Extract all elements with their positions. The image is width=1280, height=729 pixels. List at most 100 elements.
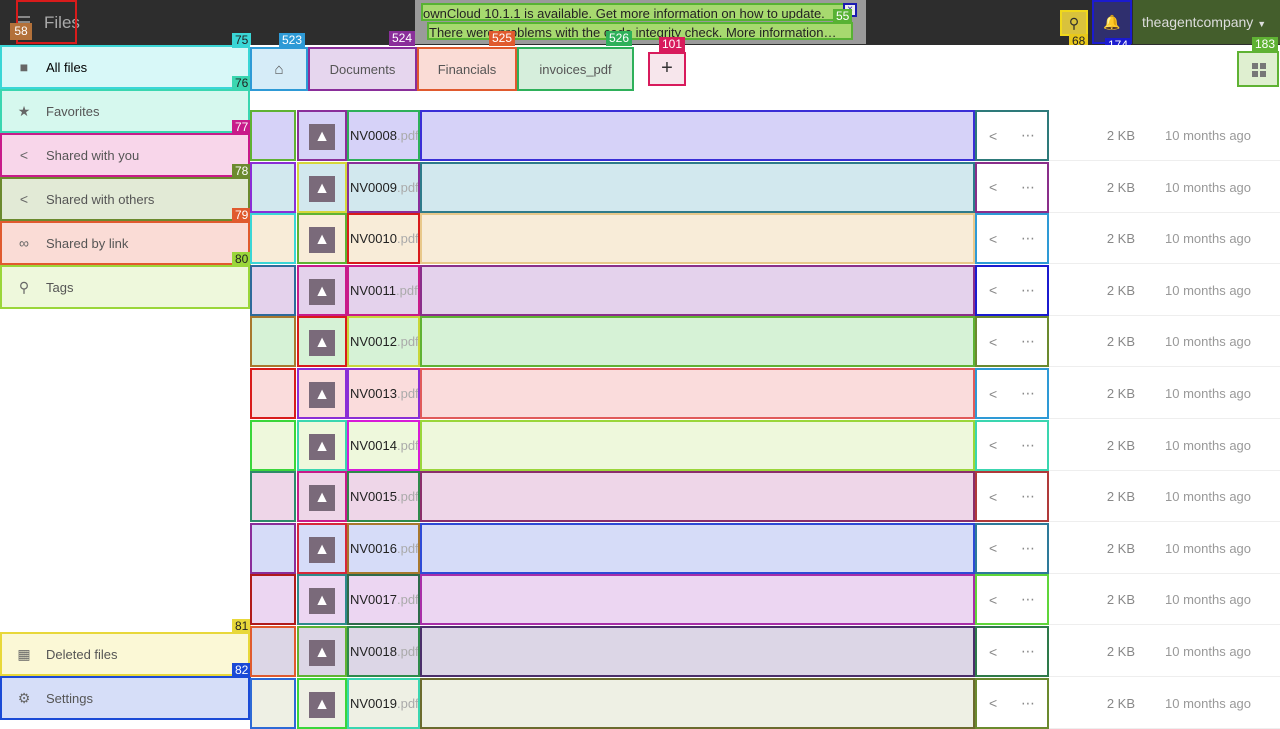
- file-name[interactable]: NV0012.pdf: [347, 316, 420, 368]
- file-row-area[interactable]: [420, 419, 975, 471]
- file-thumbnail[interactable]: ▲: [297, 522, 347, 574]
- share-icon[interactable]: <: [989, 334, 997, 350]
- file-name[interactable]: NV0015.pdf: [347, 471, 420, 523]
- file-thumbnail[interactable]: ▲: [297, 677, 347, 729]
- row-select-checkbox[interactable]: [250, 368, 296, 419]
- file-row-area[interactable]: [420, 522, 975, 574]
- file-row-area[interactable]: [420, 471, 975, 523]
- file-row-area[interactable]: [420, 264, 975, 316]
- more-actions-icon[interactable]: ⋯: [1021, 437, 1035, 454]
- file-name[interactable]: NV0017.pdf: [347, 574, 420, 626]
- file-thumbnail[interactable]: ▲: [297, 626, 347, 677]
- table-row[interactable]: ▲ NV0016.pdf < ⋯ 2 KB 10 months ago: [250, 522, 1280, 574]
- more-actions-icon[interactable]: ⋯: [1021, 127, 1035, 144]
- file-row-area[interactable]: [420, 626, 975, 677]
- file-row-area[interactable]: [420, 161, 975, 213]
- sidebar-item-tags[interactable]: ⚲ Tags: [0, 265, 250, 309]
- share-icon[interactable]: <: [989, 592, 997, 608]
- sidebar-item-deleted-files[interactable]: ▦ Deleted files: [0, 632, 250, 676]
- file-thumbnail[interactable]: ▲: [297, 471, 347, 523]
- sidebar-item-favorites[interactable]: ★ Favorites: [0, 89, 250, 133]
- file-row-area[interactable]: [420, 213, 975, 265]
- table-row[interactable]: ▲ NV0010.pdf < ⋯ 2 KB 10 months ago: [250, 213, 1280, 265]
- update-available-link[interactable]: ownCloud 10.1.1 is available. Get more i…: [421, 3, 847, 21]
- file-thumbnail[interactable]: ▲: [297, 213, 347, 265]
- row-select-checkbox[interactable]: [250, 316, 296, 368]
- file-name[interactable]: NV0010.pdf: [347, 213, 420, 265]
- file-thumbnail[interactable]: ▲: [297, 264, 347, 316]
- row-select-checkbox[interactable]: [250, 626, 296, 677]
- breadcrumb-home[interactable]: ⌂: [250, 47, 308, 91]
- more-actions-icon[interactable]: ⋯: [1021, 591, 1035, 608]
- more-actions-icon[interactable]: ⋯: [1021, 695, 1035, 712]
- table-row[interactable]: ▲ NV0013.pdf < ⋯ 2 KB 10 months ago: [250, 368, 1280, 419]
- row-select-checkbox[interactable]: [250, 161, 296, 213]
- row-select-checkbox[interactable]: [250, 471, 296, 523]
- file-thumbnail[interactable]: ▲: [297, 419, 347, 471]
- sidebar-item-shared-with-others[interactable]: < Shared with others: [0, 177, 250, 221]
- file-name[interactable]: NV0013.pdf: [347, 368, 420, 419]
- breadcrumb-documents[interactable]: Documents: [308, 47, 417, 91]
- breadcrumb-financials[interactable]: Financials: [417, 47, 517, 91]
- table-row[interactable]: ▲ NV0017.pdf < ⋯ 2 KB 10 months ago: [250, 574, 1280, 626]
- share-icon[interactable]: <: [989, 128, 997, 144]
- app-menu-button[interactable]: Files 58: [0, 0, 80, 45]
- row-select-checkbox[interactable]: [250, 264, 296, 316]
- more-actions-icon[interactable]: ⋯: [1021, 643, 1035, 660]
- file-row-area[interactable]: [420, 316, 975, 368]
- row-select-checkbox[interactable]: [250, 574, 296, 626]
- file-name[interactable]: NV0008.pdf: [347, 110, 420, 161]
- table-row[interactable]: ▲ NV0015.pdf < ⋯ 2 KB 10 months ago: [250, 471, 1280, 523]
- file-thumbnail[interactable]: ▲: [297, 316, 347, 368]
- row-select-checkbox[interactable]: [250, 677, 296, 729]
- more-actions-icon[interactable]: ⋯: [1021, 385, 1035, 402]
- row-select-checkbox[interactable]: [250, 110, 296, 161]
- more-actions-icon[interactable]: ⋯: [1021, 333, 1035, 350]
- share-icon[interactable]: <: [989, 644, 997, 660]
- file-row-area[interactable]: [420, 368, 975, 419]
- search-button[interactable]: ⚲: [1060, 10, 1088, 36]
- table-row[interactable]: ▲ NV0009.pdf < ⋯ 2 KB 10 months ago: [250, 161, 1280, 213]
- share-icon[interactable]: <: [989, 231, 997, 247]
- share-icon[interactable]: <: [989, 437, 997, 453]
- file-row-area[interactable]: [420, 574, 975, 626]
- row-select-checkbox[interactable]: [250, 419, 296, 471]
- file-name[interactable]: NV0014.pdf: [347, 419, 420, 471]
- row-select-checkbox[interactable]: [250, 522, 296, 574]
- share-icon[interactable]: <: [989, 695, 997, 711]
- file-name[interactable]: NV0009.pdf: [347, 161, 420, 213]
- more-actions-icon[interactable]: ⋯: [1021, 179, 1035, 196]
- file-row-area[interactable]: [420, 110, 975, 161]
- share-icon[interactable]: <: [989, 386, 997, 402]
- table-row[interactable]: ▲ NV0008.pdf < ⋯ 2 KB 10 months ago: [250, 110, 1280, 161]
- sidebar-item-shared-with-you[interactable]: < Shared with you: [0, 133, 250, 177]
- table-row[interactable]: ▲ NV0014.pdf < ⋯ 2 KB 10 months ago: [250, 419, 1280, 471]
- file-thumbnail[interactable]: ▲: [297, 110, 347, 161]
- file-name[interactable]: NV0016.pdf: [347, 522, 420, 574]
- table-row[interactable]: ▲ NV0011.pdf < ⋯ 2 KB 10 months ago: [250, 264, 1280, 316]
- share-icon[interactable]: <: [989, 540, 997, 556]
- view-toggle-button[interactable]: [1237, 51, 1279, 87]
- more-actions-icon[interactable]: ⋯: [1021, 282, 1035, 299]
- table-row[interactable]: ▲ NV0012.pdf < ⋯ 2 KB 10 months ago: [250, 316, 1280, 368]
- sidebar-item-settings[interactable]: ⚙ Settings: [0, 676, 250, 720]
- sidebar-item-all-files[interactable]: ■ All files: [0, 45, 250, 89]
- file-row-area[interactable]: [420, 677, 975, 729]
- share-icon[interactable]: <: [989, 489, 997, 505]
- table-row[interactable]: ▲ NV0018.pdf < ⋯ 2 KB 10 months ago: [250, 626, 1280, 677]
- file-thumbnail[interactable]: ▲: [297, 368, 347, 419]
- new-file-button[interactable]: +: [648, 52, 686, 86]
- more-actions-icon[interactable]: ⋯: [1021, 230, 1035, 247]
- file-thumbnail[interactable]: ▲: [297, 161, 347, 213]
- file-name[interactable]: NV0018.pdf: [347, 626, 420, 677]
- file-name[interactable]: NV0011.pdf: [347, 264, 420, 316]
- more-actions-icon[interactable]: ⋯: [1021, 488, 1035, 505]
- share-icon[interactable]: <: [989, 179, 997, 195]
- file-name[interactable]: NV0019.pdf: [347, 677, 420, 729]
- breadcrumb-invoices-pdf[interactable]: invoices_pdf: [517, 47, 634, 91]
- share-icon[interactable]: <: [989, 282, 997, 298]
- more-actions-icon[interactable]: ⋯: [1021, 540, 1035, 557]
- sidebar-item-shared-by-link[interactable]: ∞ Shared by link: [0, 221, 250, 265]
- table-row[interactable]: ▲ NV0019.pdf < ⋯ 2 KB 10 months ago: [250, 677, 1280, 729]
- file-thumbnail[interactable]: ▲: [297, 574, 347, 626]
